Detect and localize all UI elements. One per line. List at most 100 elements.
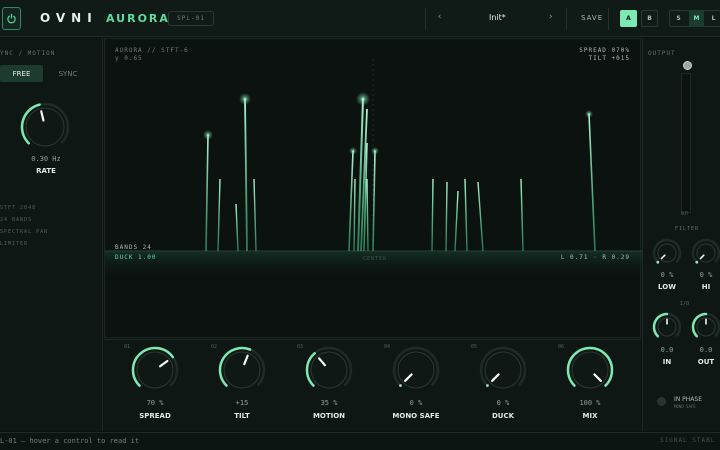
spectral-beam bbox=[520, 178, 524, 252]
beam-peak bbox=[203, 130, 213, 140]
spectrum-display[interactable]: AURORA // STFT-6 γ 0.65 SPREAD 070% TILT… bbox=[104, 38, 642, 338]
output-meter-label: OUT bbox=[681, 211, 689, 216]
duck-label: DUCK bbox=[491, 412, 515, 420]
spectral-beam bbox=[253, 178, 257, 252]
spectral-beam bbox=[348, 150, 354, 252]
tilt-value: +15 bbox=[235, 399, 249, 407]
knob-body bbox=[571, 351, 609, 389]
hi-filter-knob[interactable] bbox=[691, 238, 720, 268]
spectral-beam bbox=[454, 190, 459, 252]
brand-name: OVNI bbox=[40, 11, 98, 25]
spread-value: 70 % bbox=[146, 399, 164, 407]
knob-zero-dot bbox=[656, 260, 660, 264]
divider bbox=[425, 8, 426, 30]
mono-safe-sublabel: MONO SAFE bbox=[674, 404, 696, 409]
knob-zero-dot bbox=[486, 384, 489, 387]
power-button[interactable] bbox=[2, 7, 21, 30]
in-phase-label: IN PHASE bbox=[674, 396, 702, 403]
output-gain-knob[interactable] bbox=[691, 312, 720, 342]
io-title: I/O bbox=[680, 301, 690, 307]
knob-body bbox=[25, 107, 65, 147]
beam-peak bbox=[371, 147, 379, 155]
spectral-beam bbox=[205, 134, 209, 252]
knob-index: 06 bbox=[558, 344, 565, 350]
spectrum-duck-readout: DUCK 1.00 bbox=[115, 254, 157, 261]
info-line: LIMITER bbox=[0, 241, 29, 247]
phase-indicator bbox=[657, 397, 666, 406]
free-tab[interactable]: FREE bbox=[0, 65, 43, 82]
tilt-label: TILT bbox=[234, 412, 250, 420]
save-button[interactable]: SAVE bbox=[581, 14, 603, 22]
duck-value: 0 % bbox=[496, 399, 510, 407]
output-title: OUTPUT bbox=[648, 50, 676, 57]
spectrum-mode-label: AURORA // STFT-6 bbox=[115, 47, 189, 54]
spectral-beam bbox=[464, 178, 468, 252]
output-trim-knob[interactable] bbox=[683, 61, 692, 70]
rate-knob[interactable] bbox=[20, 102, 70, 152]
preset-name[interactable]: Init* bbox=[489, 13, 506, 22]
spectrum-balance-readout: L 0.71 · R 0.29 bbox=[560, 254, 630, 261]
input-gain-label: IN bbox=[662, 358, 672, 366]
spectrum-beams bbox=[203, 92, 596, 252]
knob-zero-dot bbox=[399, 384, 402, 387]
compare-b-button[interactable]: B bbox=[641, 10, 658, 27]
rate-value: 0.30 Hz bbox=[31, 155, 61, 163]
spectral-beam bbox=[217, 178, 221, 252]
divider bbox=[566, 8, 567, 30]
knob-index: 02 bbox=[211, 344, 218, 350]
spectrum-spread-readout: SPREAD 070% bbox=[579, 47, 630, 54]
hi-filter-label: HI bbox=[701, 283, 711, 291]
mode-l-button[interactable]: L bbox=[706, 10, 720, 27]
duck-knob[interactable] bbox=[479, 346, 527, 394]
tilt-knob[interactable] bbox=[218, 346, 266, 394]
knob-body bbox=[484, 351, 522, 389]
hi-filter-value: 0 % bbox=[699, 271, 713, 279]
motion-knob[interactable] bbox=[305, 346, 353, 394]
spectral-beam bbox=[366, 178, 369, 252]
beam-peak bbox=[356, 92, 370, 106]
spectral-beam bbox=[431, 178, 434, 252]
compare-a-button[interactable]: A bbox=[620, 10, 637, 27]
mix-knob[interactable] bbox=[566, 346, 614, 394]
knob-body bbox=[136, 351, 174, 389]
power-icon bbox=[7, 13, 16, 24]
sync-motion-title: YNC / MOTION bbox=[0, 50, 56, 57]
rate-label: RATE bbox=[36, 167, 56, 175]
divider bbox=[608, 8, 609, 30]
mono-safe-label: MONO SAFE bbox=[392, 412, 440, 420]
knob-body bbox=[657, 243, 677, 263]
low-filter-knob[interactable] bbox=[652, 238, 682, 268]
spread-label: SPREAD bbox=[139, 412, 171, 420]
knob-body bbox=[397, 351, 435, 389]
knob-index: 03 bbox=[297, 344, 304, 350]
info-line: SPECTRAL PAN bbox=[0, 229, 49, 235]
mode-s-button[interactable]: S bbox=[671, 10, 686, 27]
spread-knob[interactable] bbox=[131, 346, 179, 394]
knob-body bbox=[696, 243, 716, 263]
spectrum-gamma-label: γ 0.65 bbox=[115, 55, 143, 62]
spectral-beam bbox=[588, 113, 596, 252]
info-line: STFT 2048 bbox=[0, 205, 37, 211]
status-message: L-01 — hover a control to read it bbox=[0, 437, 140, 445]
motion-value: 35 % bbox=[320, 399, 338, 407]
knob-index: 04 bbox=[384, 344, 391, 350]
beam-peak bbox=[349, 147, 357, 155]
mode-m-button[interactable]: M bbox=[689, 10, 704, 27]
spectral-beam bbox=[445, 181, 448, 252]
sync-tab[interactable]: SYNC bbox=[45, 65, 91, 82]
knob-body bbox=[223, 351, 261, 389]
mono-safe-value: 0 % bbox=[409, 399, 423, 407]
mix-value: 100 % bbox=[579, 399, 601, 407]
model-badge: SPL-01 bbox=[168, 11, 214, 26]
input-gain-knob[interactable] bbox=[652, 312, 682, 342]
beam-peak bbox=[585, 110, 593, 118]
spectrum-graphic bbox=[105, 59, 642, 281]
preset-next-button[interactable]: › bbox=[548, 12, 553, 22]
mix-label: MIX bbox=[582, 412, 598, 420]
low-filter-label: LOW bbox=[658, 283, 676, 291]
output-gain-value: 0.0 bbox=[699, 346, 713, 354]
mono-safe-knob[interactable] bbox=[392, 346, 440, 394]
spectral-beam bbox=[477, 181, 484, 252]
knob-index: 01 bbox=[124, 344, 131, 350]
preset-prev-button[interactable]: ‹ bbox=[437, 12, 442, 22]
